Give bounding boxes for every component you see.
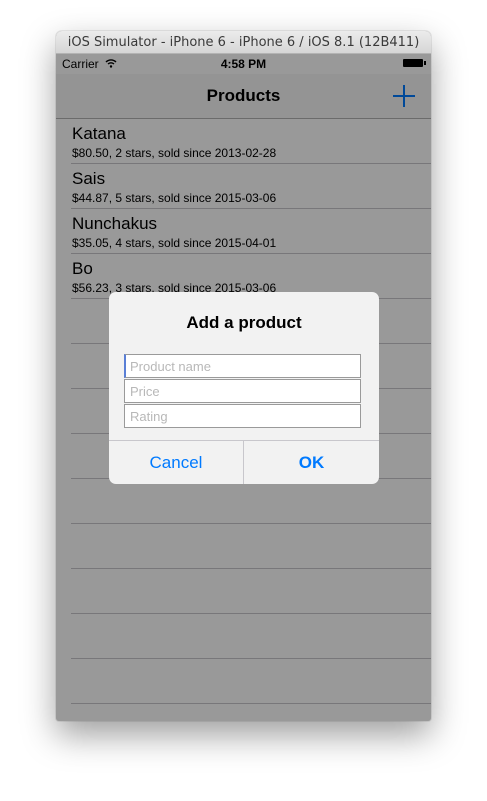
cancel-button[interactable]: Cancel bbox=[109, 441, 243, 484]
window-title: iOS Simulator - iPhone 6 - iPhone 6 / iO… bbox=[56, 31, 431, 54]
simulator-window: iOS Simulator - iPhone 6 - iPhone 6 / iO… bbox=[56, 31, 431, 721]
add-product-alert: Add a product Cancel OK bbox=[109, 292, 379, 484]
price-field[interactable] bbox=[124, 379, 361, 403]
rating-field[interactable] bbox=[124, 404, 361, 428]
device-screen: Carrier 4:58 PM Products Katana $80.50, … bbox=[56, 54, 431, 721]
product-name-field[interactable] bbox=[124, 354, 361, 378]
alert-title: Add a product bbox=[186, 313, 302, 332]
ok-button[interactable]: OK bbox=[244, 441, 379, 484]
